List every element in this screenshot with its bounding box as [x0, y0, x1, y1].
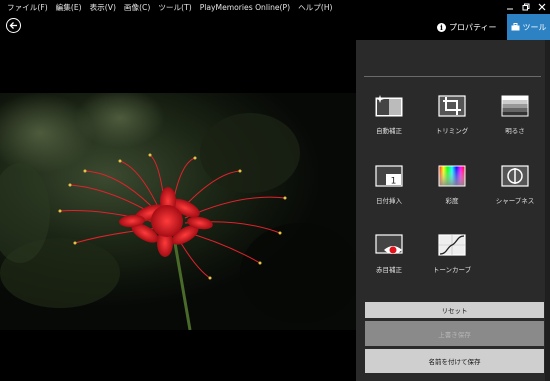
reset-button[interactable]: リセット [365, 302, 544, 318]
menu-image[interactable]: 画像(C) [120, 2, 154, 13]
sharpness-icon [500, 164, 530, 188]
crop-icon [437, 94, 467, 118]
toolbox-icon [511, 23, 519, 31]
tone-curve-icon [437, 233, 467, 257]
tool-saturation-label: 彩度 [445, 197, 459, 205]
red-eye-icon [374, 233, 404, 257]
menu-playmemories[interactable]: PlayMemories Online(P) [196, 3, 294, 12]
tool-brightness[interactable]: 明るさ [487, 94, 543, 135]
tool-red-eye-label: 赤目補正 [376, 266, 402, 274]
menu-tools[interactable]: ツール(T) [154, 2, 195, 13]
menu-file[interactable]: ファイル(F) [0, 2, 52, 13]
minimize-icon[interactable] [502, 0, 518, 14]
overwrite-save-button[interactable]: 上書き保存 [365, 321, 544, 346]
svg-text:1: 1 [391, 177, 397, 187]
tool-crop-label: トリミング [435, 127, 469, 135]
tool-saturation[interactable]: 彩度 [424, 164, 480, 205]
date-insert-icon: 1 [374, 164, 404, 188]
tool-brightness-label: 明るさ [505, 127, 525, 135]
back-button[interactable] [6, 18, 21, 33]
tool-tone-curve[interactable]: トーンカーブ [424, 233, 480, 274]
tool-crop[interactable]: トリミング [424, 94, 480, 135]
brightness-icon [500, 94, 530, 118]
auto-correct-icon [374, 94, 404, 118]
saturation-icon [437, 164, 467, 188]
tool-tone-curve-label: トーンカーブ [432, 266, 472, 274]
menu-help[interactable]: ヘルプ(H) [294, 2, 336, 13]
panel-scrollbar[interactable] [545, 40, 550, 381]
menu-edit[interactable]: 編集(E) [52, 2, 86, 13]
info-icon: i [437, 22, 446, 32]
tool-red-eye[interactable]: 赤目補正 [361, 233, 417, 274]
tools-tab-label: ツール [522, 22, 547, 32]
close-icon[interactable] [534, 0, 550, 14]
tools-panel: 自動補正 トリミング 明るさ 1 日付挿入 彩度 シャープネス 赤目補正 トーン… [356, 40, 550, 381]
tool-auto-correct[interactable]: 自動補正 [361, 94, 417, 135]
menu-view[interactable]: 表示(V) [86, 2, 120, 13]
properties-label: プロパティー [449, 22, 497, 32]
tools-tab[interactable]: ツール [507, 14, 550, 40]
tool-sharpness[interactable]: シャープネス [487, 164, 543, 205]
arrow-left-icon [9, 22, 17, 29]
red-spider-lily-photo [0, 93, 356, 330]
panel-divider [364, 76, 541, 77]
tool-auto-correct-label: 自動補正 [376, 127, 402, 135]
tool-date-insert-label: 日付挿入 [376, 197, 402, 205]
tool-sharpness-label: シャープネス [495, 197, 535, 205]
menu-bar: ファイル(F) 編集(E) 表示(V) 画像(C) ツール(T) PlayMem… [0, 0, 550, 14]
save-as-button[interactable]: 名前を付けて保存 [365, 349, 544, 373]
photo-preview [0, 93, 356, 330]
window-controls [502, 0, 550, 14]
tool-date-insert[interactable]: 1 日付挿入 [361, 164, 417, 205]
restore-icon[interactable] [518, 0, 534, 14]
properties-button[interactable]: i プロパティー [437, 16, 497, 38]
